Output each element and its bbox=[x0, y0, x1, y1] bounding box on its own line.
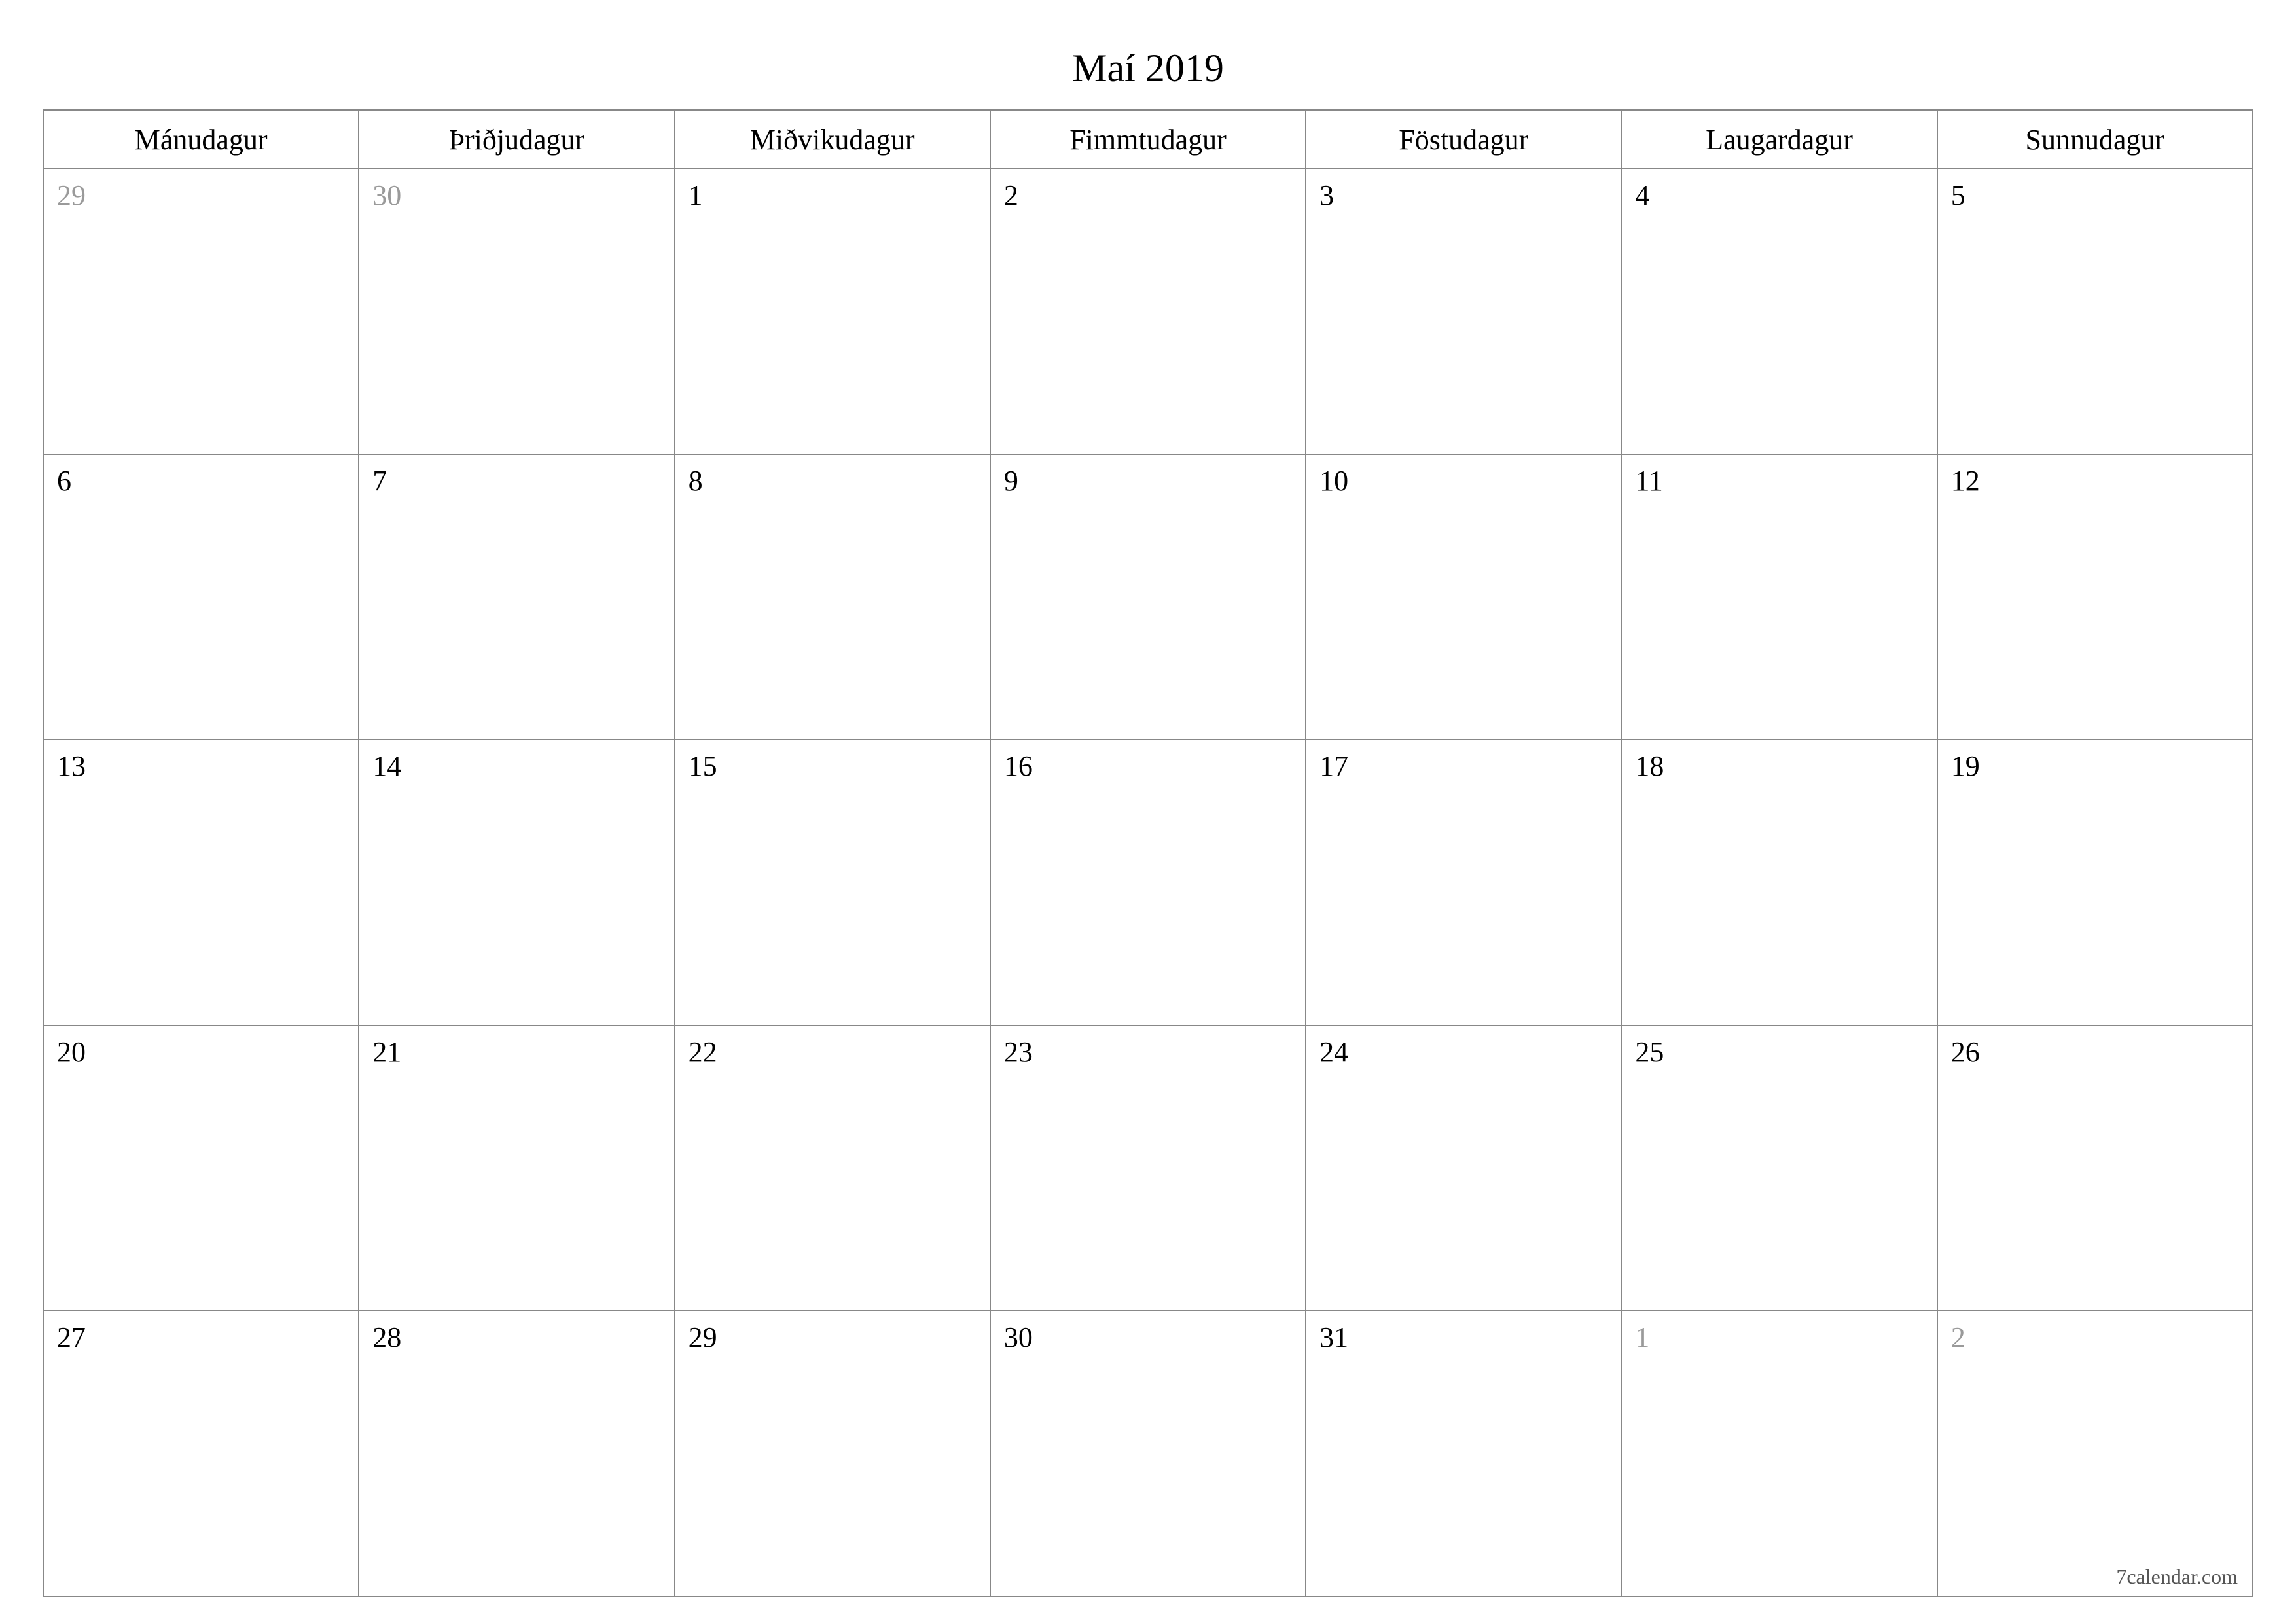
calendar-day-cell: 31 bbox=[1306, 1311, 1621, 1596]
weekday-header: Miðvikudagur bbox=[675, 110, 990, 169]
calendar-day-cell: 24 bbox=[1306, 1026, 1621, 1311]
calendar-page: Maí 2019 Mánudagur Þriðjudagur Miðvikuda… bbox=[0, 0, 2296, 1623]
calendar-day-cell: 25 bbox=[1621, 1026, 1937, 1311]
calendar-day-cell: 7 bbox=[359, 454, 674, 740]
calendar-day-cell: 26 bbox=[1937, 1026, 2253, 1311]
calendar-day-cell: 30 bbox=[359, 169, 674, 454]
calendar-day-cell: 28 bbox=[359, 1311, 674, 1596]
calendar-day-cell: 9 bbox=[990, 454, 1306, 740]
calendar-week-row: 13 14 15 16 17 18 19 bbox=[43, 740, 2253, 1025]
calendar-week-row: 6 7 8 9 10 11 12 bbox=[43, 454, 2253, 740]
calendar-week-row: 20 21 22 23 24 25 26 bbox=[43, 1026, 2253, 1311]
weekday-header: Föstudagur bbox=[1306, 110, 1621, 169]
calendar-day-cell: 2 bbox=[990, 169, 1306, 454]
calendar-day-cell: 27 bbox=[43, 1311, 359, 1596]
calendar-day-cell: 15 bbox=[675, 740, 990, 1025]
calendar-day-cell: 1 bbox=[1621, 1311, 1937, 1596]
calendar-day-cell: 29 bbox=[43, 169, 359, 454]
calendar-day-cell: 30 bbox=[990, 1311, 1306, 1596]
calendar-week-row: 27 28 29 30 31 1 2 7calendar.com bbox=[43, 1311, 2253, 1596]
calendar-week-row: 29 30 1 2 3 4 5 bbox=[43, 169, 2253, 454]
calendar-day-cell: 29 bbox=[675, 1311, 990, 1596]
calendar-day-cell: 22 bbox=[675, 1026, 990, 1311]
calendar-day-cell: 2 7calendar.com bbox=[1937, 1311, 2253, 1596]
calendar-title: Maí 2019 bbox=[43, 46, 2253, 91]
calendar-day-cell: 3 bbox=[1306, 169, 1621, 454]
weekday-header: Fimmtudagur bbox=[990, 110, 1306, 169]
calendar-day-cell: 23 bbox=[990, 1026, 1306, 1311]
weekday-header: Þriðjudagur bbox=[359, 110, 674, 169]
calendar-day-cell: 12 bbox=[1937, 454, 2253, 740]
calendar-grid: Mánudagur Þriðjudagur Miðvikudagur Fimmt… bbox=[43, 109, 2253, 1597]
footer-attribution: 7calendar.com bbox=[2116, 1565, 2238, 1589]
calendar-day-cell: 10 bbox=[1306, 454, 1621, 740]
weekday-header: Mánudagur bbox=[43, 110, 359, 169]
calendar-day-cell: 14 bbox=[359, 740, 674, 1025]
weekday-header: Laugardagur bbox=[1621, 110, 1937, 169]
calendar-day-cell: 18 bbox=[1621, 740, 1937, 1025]
calendar-day-cell: 8 bbox=[675, 454, 990, 740]
calendar-day-cell: 21 bbox=[359, 1026, 674, 1311]
calendar-day-cell: 16 bbox=[990, 740, 1306, 1025]
calendar-day-cell: 17 bbox=[1306, 740, 1621, 1025]
calendar-day-cell: 13 bbox=[43, 740, 359, 1025]
weekday-header-row: Mánudagur Þriðjudagur Miðvikudagur Fimmt… bbox=[43, 110, 2253, 169]
calendar-day-cell: 11 bbox=[1621, 454, 1937, 740]
calendar-day-cell: 5 bbox=[1937, 169, 2253, 454]
calendar-day-cell: 6 bbox=[43, 454, 359, 740]
calendar-day-cell: 19 bbox=[1937, 740, 2253, 1025]
calendar-day-cell: 1 bbox=[675, 169, 990, 454]
calendar-day-cell: 4 bbox=[1621, 169, 1937, 454]
calendar-day-cell: 20 bbox=[43, 1026, 359, 1311]
weekday-header: Sunnudagur bbox=[1937, 110, 2253, 169]
